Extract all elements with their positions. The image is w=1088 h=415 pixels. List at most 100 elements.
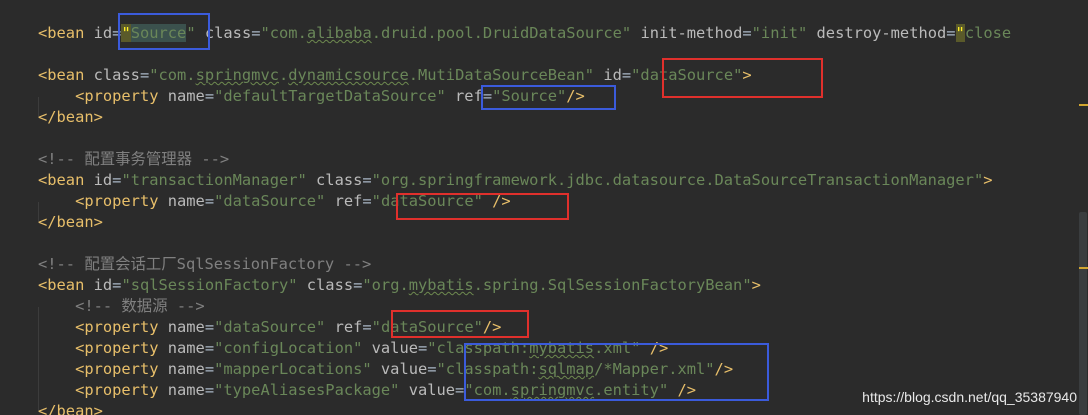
xml-tag: />	[677, 381, 697, 399]
code-editor[interactable]: <bean id="Source" class="com.alibaba.dru…	[0, 0, 1088, 415]
xml-value: close	[964, 24, 1012, 42]
xml-equals: =	[204, 360, 215, 378]
xml-attribute: name	[167, 87, 205, 105]
xml-value-misspelled: alibaba	[306, 24, 372, 42]
code-line[interactable]: <property name="dataSource" ref="dataSou…	[38, 191, 511, 212]
xml-value-misspelled: dynamicsource	[288, 66, 409, 84]
xml-equals: =	[204, 381, 215, 399]
xml-value: "sqlSessionFactory"	[121, 276, 307, 294]
code-line[interactable]: <property name="mapperLocations" value="…	[38, 359, 733, 380]
xml-equals: =	[417, 339, 428, 357]
xml-equals: =	[621, 66, 632, 84]
xml-tag: />	[482, 318, 502, 336]
xml-attribute: value	[380, 360, 428, 378]
xml-value: "dataSource"	[214, 192, 335, 210]
xml-value-misspelled: sqlmap	[538, 360, 595, 378]
xml-attribute: class	[306, 276, 354, 294]
xml-attribute: class	[316, 171, 363, 189]
xml-value: "configLocation"	[214, 339, 372, 357]
xml-value: .	[278, 66, 289, 84]
xml-equals: =	[204, 192, 215, 210]
xml-attribute: id	[93, 171, 113, 189]
xml-value-misspelled: mybatis	[408, 276, 474, 294]
xml-value: "com.	[464, 381, 511, 399]
xml-value: "	[186, 24, 205, 42]
xml-tag: </bean>	[38, 213, 103, 231]
xml-equals: =	[204, 87, 215, 105]
xml-value: "org.springframework.jdbc.datasource.Dat…	[371, 171, 984, 189]
xml-attribute: name	[167, 192, 205, 210]
xml-value: "init"	[751, 24, 817, 42]
xml-value: "org.	[362, 276, 409, 294]
vertical-scrollbar[interactable]	[1076, 0, 1088, 415]
code-line[interactable]: </bean>	[38, 401, 103, 415]
xml-equals: =	[362, 318, 372, 336]
code-line[interactable]: <property name="dataSource" ref="dataSou…	[38, 317, 501, 338]
xml-value: .entity"	[594, 381, 678, 399]
code-line[interactable]: </bean>	[38, 107, 103, 128]
xml-value: .xml"	[594, 339, 650, 357]
code-line[interactable]: <!-- 配置会话工厂SqlSessionFactory -->	[38, 254, 371, 275]
xml-value: "classpath:	[427, 339, 530, 357]
xml-tag: <property	[75, 381, 168, 399]
code-line[interactable]: <!-- 配置事务管理器 -->	[38, 149, 229, 170]
code-line[interactable]: <bean id="Source" class="com.alibaba.dru…	[38, 23, 1011, 44]
xml-value: "dataSource"	[631, 66, 743, 84]
xml-tag: </bean>	[38, 402, 103, 415]
xml-tag: >	[983, 171, 993, 189]
watermark: https://blog.csdn.net/qq_35387940	[860, 389, 1079, 405]
xml-value: .spring.SqlSessionFactoryBean"	[473, 276, 752, 294]
xml-value: /*Mapper.xml"	[594, 360, 715, 378]
xml-quote-highlighted: "	[955, 24, 965, 42]
xml-equals: =	[251, 24, 261, 42]
xml-tag: <bean	[38, 24, 94, 42]
xml-attribute: destroy-method	[816, 24, 947, 42]
code-line[interactable]: <property name="configLocation" value="c…	[38, 338, 668, 359]
xml-tag: <property	[75, 192, 168, 210]
xml-value: .druid.pool.DruidDataSource"	[371, 24, 641, 42]
xml-attribute: value	[408, 381, 456, 399]
code-line[interactable]: <property name="defaultTargetDataSource"…	[38, 86, 585, 107]
code-line[interactable]: </bean>	[38, 212, 103, 233]
scroll-marker	[1079, 267, 1088, 269]
code-line[interactable]: <bean id="sqlSessionFactory" class="org.…	[38, 275, 761, 296]
xml-value: "transactionManager"	[121, 171, 317, 189]
xml-equals: =	[139, 66, 150, 84]
xml-attribute: name	[167, 360, 205, 378]
code-line[interactable]: <!-- 数据源 -->	[38, 296, 205, 317]
xml-value: "Source"	[492, 87, 567, 105]
scroll-marker	[1079, 104, 1088, 106]
code-line[interactable]: <bean class="com.springmvc.dynamicsource…	[38, 65, 752, 86]
xml-tag: >	[751, 276, 761, 294]
xml-value: "com.	[260, 24, 307, 42]
xml-equals: =	[362, 171, 372, 189]
xml-equals: =	[742, 24, 752, 42]
xml-tag: <property	[75, 339, 168, 357]
xml-value: "dataSource"	[371, 192, 493, 210]
xml-attribute: class	[204, 24, 252, 42]
xml-value: "mapperLocations"	[214, 360, 381, 378]
scrollbar-thumb[interactable]	[1079, 212, 1087, 415]
xml-comment: <!-- 配置事务管理器 -->	[38, 150, 230, 168]
xml-value: "dataSource"	[214, 318, 335, 336]
xml-tag: </bean>	[38, 108, 103, 126]
xml-tag: />	[492, 192, 511, 210]
xml-equals: =	[353, 276, 363, 294]
xml-attribute: id	[93, 276, 113, 294]
xml-value: .MutiDataSourceBean"	[408, 66, 604, 84]
code-line[interactable]: <property name="typeAliasesPackage" valu…	[38, 380, 696, 401]
xml-attribute: value	[371, 339, 418, 357]
code-line[interactable]: <bean id="transactionManager" class="org…	[38, 170, 993, 191]
xml-tag: />	[649, 339, 669, 357]
xml-comment: <!-- 数据源 -->	[75, 297, 205, 315]
xml-comment: <!-- 配置会话工厂SqlSessionFactory -->	[38, 255, 372, 273]
xml-value-misspelled: springmvc	[195, 66, 279, 84]
xml-tag: />	[566, 87, 585, 105]
xml-attribute: init-method	[640, 24, 743, 42]
xml-value-highlighted: Source	[130, 24, 187, 42]
xml-tag: />	[714, 360, 734, 378]
